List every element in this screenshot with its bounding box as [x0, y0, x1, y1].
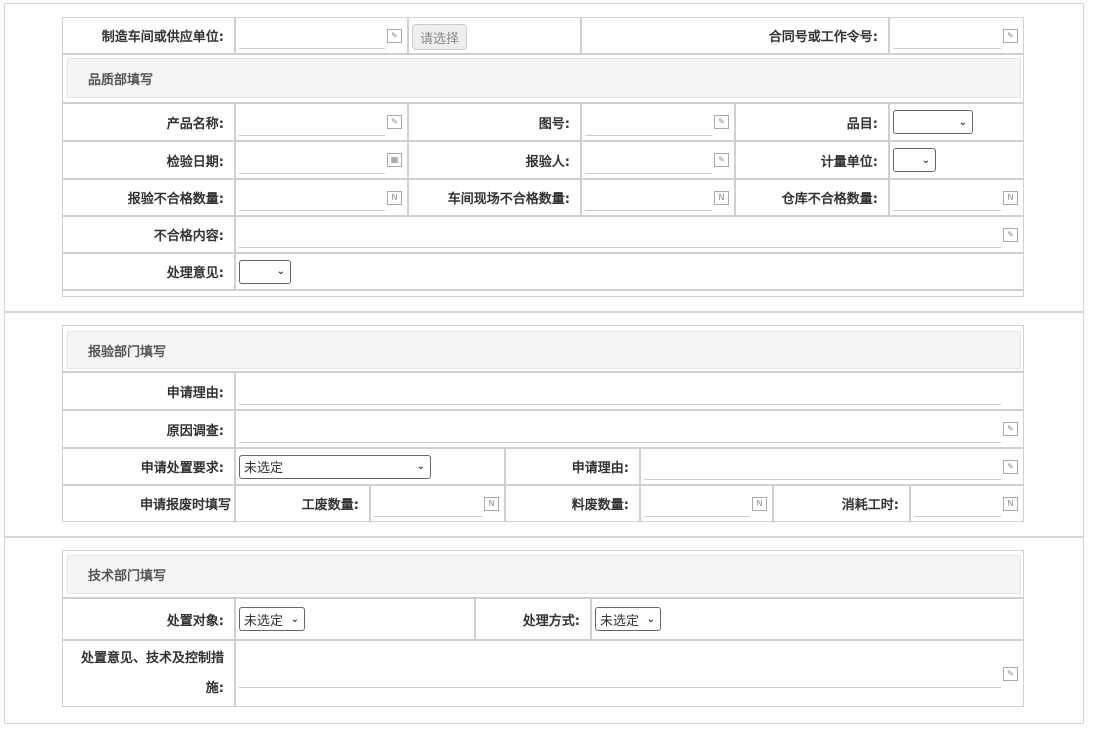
material-scrap-label: 料废数量:	[505, 485, 640, 522]
number-icon: N	[484, 496, 499, 511]
opinion-label: 处理意见:	[62, 253, 235, 290]
method-value: 未选定	[600, 613, 640, 629]
edit-icon: ✎	[1003, 666, 1018, 681]
cause-label: 原因调查:	[62, 410, 235, 448]
edit-icon: ✎	[714, 153, 729, 167]
drawing-no-field[interactable]: ✎	[581, 103, 735, 141]
edit-icon: ✎	[387, 115, 402, 129]
number-icon: N	[387, 190, 402, 205]
form-page: 制造车间或供应单位: ✎ 请选择 合同号或工作令号: ✎ 品质部填写 产品名称:…	[0, 0, 1099, 734]
method-cell: 未选定 ⌄	[591, 598, 1024, 640]
drawing-no-label: 图号:	[408, 103, 581, 141]
apply-reason-field[interactable]	[235, 372, 1024, 410]
measures-label: 处置意见、技术及控制措施:	[62, 640, 235, 707]
workshop-field[interactable]: ✎	[235, 17, 408, 54]
reject-content-label: 不合格内容:	[62, 216, 235, 253]
chevron-down-icon: ⌄	[276, 266, 285, 277]
cause-field[interactable]: ✎	[235, 410, 1024, 448]
opinion-cell: ⌄	[235, 253, 1024, 290]
hours-field[interactable]: N	[910, 485, 1024, 522]
unit-label: 计量单位:	[735, 141, 889, 179]
spacer-row	[62, 290, 1024, 297]
number-icon: N	[714, 190, 729, 205]
number-icon: N	[1003, 496, 1018, 511]
disposal-value: 未选定	[244, 461, 284, 476]
edit-icon: ✎	[387, 28, 402, 43]
chevron-down-icon: ⌄	[958, 116, 967, 128]
edit-icon: ✎	[714, 115, 729, 129]
product-name-label: 产品名称:	[62, 103, 235, 141]
quality-title: 品质部填写	[67, 58, 1021, 98]
unit-cell: ⌄	[889, 141, 1024, 179]
item-select[interactable]: ⌄	[893, 110, 973, 134]
material-scrap-field[interactable]: N	[640, 485, 773, 522]
inspector-label: 报验人:	[408, 141, 581, 179]
object-select[interactable]: 未选定 ⌄	[239, 607, 305, 631]
workshop-label: 制造车间或供应单位:	[62, 17, 235, 54]
item-label: 品目:	[735, 103, 889, 141]
number-icon: N	[752, 496, 767, 511]
chevron-down-icon: ⌄	[290, 613, 299, 625]
edit-icon: ✎	[1003, 459, 1018, 474]
number-icon: N	[1003, 190, 1018, 205]
unit-select[interactable]: ⌄	[893, 148, 936, 172]
contract-label: 合同号或工作令号:	[581, 17, 889, 54]
calendar-icon: ▦	[387, 153, 402, 167]
edit-icon: ✎	[1003, 227, 1018, 242]
apply-reason2-field[interactable]: ✎	[640, 448, 1024, 485]
chevron-down-icon: ⌄	[921, 154, 930, 166]
method-label: 处理方式:	[475, 598, 591, 640]
opinion-select[interactable]: ⌄	[239, 259, 291, 284]
labor-scrap-label: 工废数量:	[235, 485, 370, 522]
inspect-date-label: 检验日期:	[62, 141, 235, 179]
workshop-reject-qty-field[interactable]: N	[581, 179, 735, 216]
select-button[interactable]: 请选择	[412, 24, 468, 50]
inspect-date-field[interactable]: ▦	[235, 141, 408, 179]
object-label: 处置对象:	[62, 598, 235, 640]
disposal-select[interactable]: 未选定 ⌄	[239, 454, 431, 479]
reject-content-field[interactable]: ✎	[235, 216, 1024, 253]
select-cell: 请选择	[408, 17, 581, 54]
warehouse-reject-qty-label: 仓库不合格数量:	[735, 179, 889, 216]
tech-title: 技术部门填写	[67, 555, 1021, 594]
edit-icon: ✎	[1003, 422, 1018, 436]
inspector-field[interactable]: ✎	[581, 141, 735, 179]
apply-reason2-label: 申请理由:	[505, 448, 640, 485]
edit-icon: ✎	[1003, 28, 1018, 43]
chevron-down-icon: ⌄	[416, 461, 425, 472]
apply-reason-label: 申请理由:	[62, 372, 235, 410]
object-value: 未选定	[244, 613, 284, 629]
method-select[interactable]: 未选定 ⌄	[595, 607, 661, 631]
scrap-fill-label: 申请报废时填写	[62, 485, 235, 522]
inspect-title: 报验部门填写	[67, 331, 1021, 369]
warehouse-reject-qty-field[interactable]: N	[889, 179, 1024, 216]
product-name-field[interactable]: ✎	[235, 103, 408, 141]
hours-label: 消耗工时:	[773, 485, 910, 522]
disposal-req-label: 申请处置要求:	[62, 448, 235, 485]
disposal-cell: 未选定 ⌄	[235, 448, 505, 485]
contract-field[interactable]: ✎	[889, 17, 1024, 54]
workshop-reject-qty-label: 车间现场不合格数量:	[408, 179, 581, 216]
object-cell: 未选定 ⌄	[235, 598, 475, 640]
measures-field[interactable]: ✎	[235, 640, 1024, 707]
labor-scrap-field[interactable]: N	[370, 485, 505, 522]
chevron-down-icon: ⌄	[646, 613, 655, 625]
reject-qty-field[interactable]: N	[235, 179, 408, 216]
reject-qty-label: 报验不合格数量:	[62, 179, 235, 216]
item-cell: ⌄	[889, 103, 1024, 141]
